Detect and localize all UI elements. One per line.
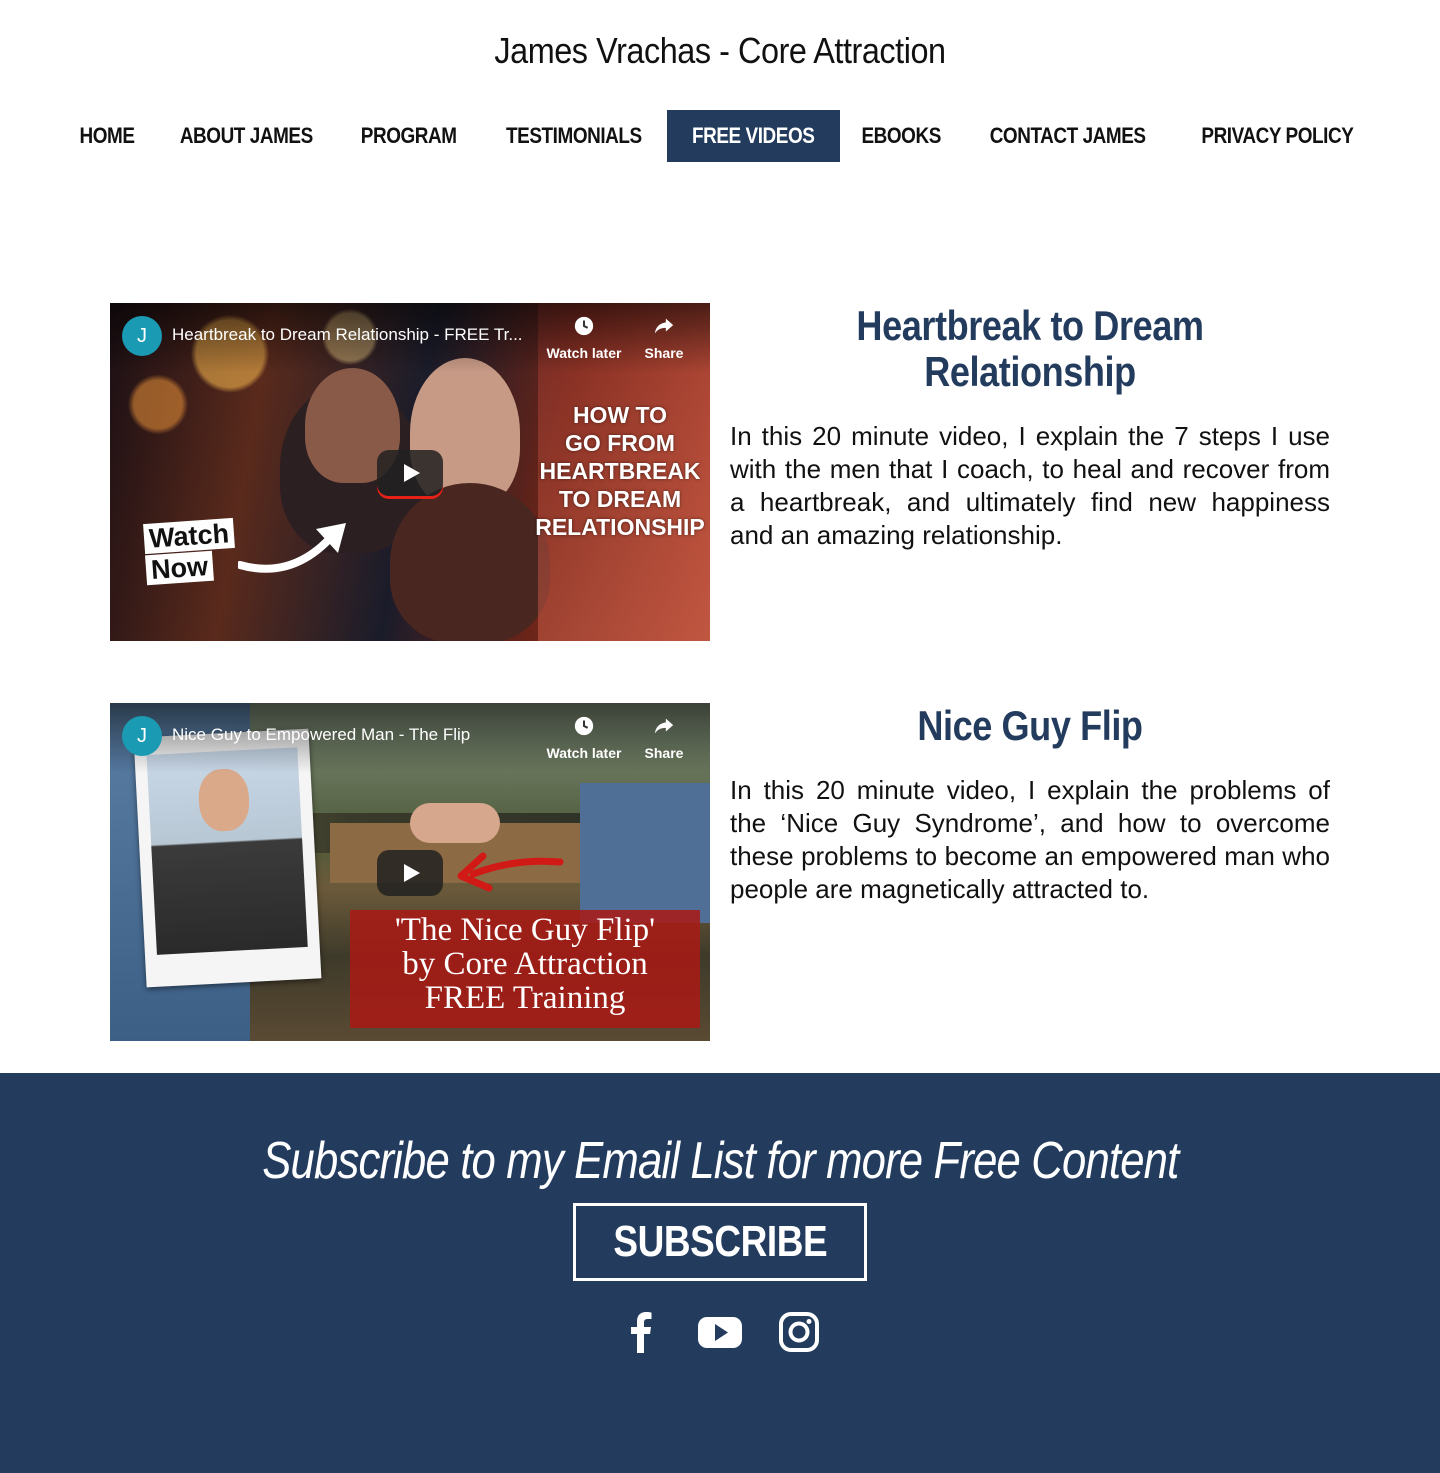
thumbnail-caption-line: GO FROM <box>565 430 675 456</box>
video-title-link[interactable]: Heartbreak to Dream Relationship - FREE … <box>172 325 532 345</box>
nav-item-program[interactable]: PROGRAM <box>338 110 479 162</box>
video-title-link[interactable]: Nice Guy to Empowered Man - The Flip <box>172 725 532 745</box>
polaroid-face <box>197 767 251 833</box>
watch-later-button[interactable]: Watch later <box>544 315 624 361</box>
thumbnail-caption-line: 'The Nice Guy Flip' <box>394 912 656 948</box>
facebook-icon[interactable] <box>616 1309 666 1355</box>
thumbnail-caption-line: HEARTBREAK <box>539 458 701 484</box>
instagram-icon[interactable] <box>774 1309 824 1355</box>
nav-item-label: TESTIMONIALS <box>505 123 642 148</box>
thumbnail-caption: 'The Nice Guy Flip' by Core Attraction F… <box>350 913 700 1015</box>
nav-item-testimonials[interactable]: TESTIMONIALS <box>480 110 668 162</box>
video-heading: Heartbreak to Dream Relationship <box>730 303 1330 395</box>
footer-heading: Subscribe to my Email List for more Free… <box>0 1131 1440 1191</box>
polaroid-photo <box>146 747 308 955</box>
thumbnail-caption-line: FREE Training <box>424 980 626 1016</box>
thumbnail-caption-line: TO DREAM <box>558 486 682 512</box>
nav-item-label: HOME <box>79 123 135 148</box>
nav-item-about-james[interactable]: ABOUT JAMES <box>154 110 339 162</box>
thumbnail-hands <box>410 803 500 843</box>
now-badge: Now <box>145 550 214 586</box>
footer: Subscribe to my Email List for more Free… <box>0 1073 1440 1473</box>
nav-item-label: PRIVACY POLICY <box>1200 123 1353 148</box>
video-info: Heartbreak to Dream Relationship In this… <box>730 303 1330 552</box>
thumbnail-woman <box>390 483 550 641</box>
video-description: In this 20 minute video, I explain the 7… <box>730 421 1330 550</box>
share-button[interactable]: Share <box>624 715 704 761</box>
video-heading-text: Nice Guy Flip <box>917 702 1143 749</box>
youtube-icon[interactable] <box>695 1309 745 1355</box>
video-player-nice-guy[interactable]: 'The Nice Guy Flip' by Core Attraction F… <box>110 703 710 1041</box>
share-button[interactable]: Share <box>624 315 704 361</box>
play-button[interactable] <box>377 850 443 896</box>
red-arrow-icon <box>457 852 564 892</box>
curved-arrow-icon <box>238 523 346 573</box>
nav-item-label: ABOUT JAMES <box>179 123 313 148</box>
video-info: Nice Guy Flip In this 20 minute video, I… <box>730 703 1330 906</box>
nav-item-free-videos[interactable]: FREE VIDEOS <box>667 110 840 162</box>
watch-later-label: Watch later <box>546 345 622 361</box>
channel-avatar[interactable]: J <box>122 316 162 356</box>
share-icon <box>654 718 674 734</box>
nav-item-label: PROGRAM <box>361 123 457 148</box>
watch-later-button[interactable]: Watch later <box>544 715 624 761</box>
subscribe-button[interactable]: SUBSCRIBE <box>573 1203 867 1281</box>
nav-item-label: EBOOKS <box>861 123 941 148</box>
nav-item-label: FREE VIDEOS <box>692 123 815 148</box>
play-button[interactable] <box>377 450 443 496</box>
thumbnail-caption-line: HOW TO <box>572 402 668 428</box>
channel-avatar[interactable]: J <box>122 716 162 756</box>
subscribe-label: SUBSCRIBE <box>613 1217 827 1266</box>
video-player-heartbreak[interactable]: HOW TO GO FROM HEARTBREAK TO DREAM RELAT… <box>110 303 710 641</box>
thumbnail-caption-line: RELATIONSHIP <box>535 514 705 540</box>
nav-item-ebooks[interactable]: EBOOKS <box>840 110 962 162</box>
nav-item-privacy-policy[interactable]: PRIVACY POLICY <box>1174 110 1381 162</box>
share-label: Share <box>644 345 684 361</box>
video-description: In this 20 minute video, I explain the p… <box>730 775 1330 904</box>
nav-item-contact-james[interactable]: CONTACT JAMES <box>962 110 1173 162</box>
video-heading: Nice Guy Flip <box>730 703 1330 749</box>
site-title: James Vrachas - Core Attraction <box>494 30 946 71</box>
share-label: Share <box>644 745 684 761</box>
nav-item-label: CONTACT JAMES <box>989 123 1146 148</box>
video-heading-text: Heartbreak to Dream Relationship <box>856 302 1204 395</box>
thumbnail-caption: HOW TO GO FROM HEARTBREAK TO DREAM RELAT… <box>535 401 705 541</box>
watch-badge: Watch <box>143 517 235 555</box>
watch-later-label: Watch later <box>546 745 622 761</box>
main-nav: HOME ABOUT JAMES PROGRAM TESTIMONIALS FR… <box>0 110 1440 162</box>
share-icon <box>654 318 674 334</box>
thumbnail-jeans-right <box>580 783 710 923</box>
clock-icon <box>574 316 594 336</box>
thumbnail-caption-line: by Core Attraction <box>402 946 648 982</box>
clock-icon <box>574 716 594 736</box>
nav-item-home[interactable]: HOME <box>60 110 154 162</box>
footer-heading-text: Subscribe to my Email List for more Free… <box>261 1132 1179 1190</box>
